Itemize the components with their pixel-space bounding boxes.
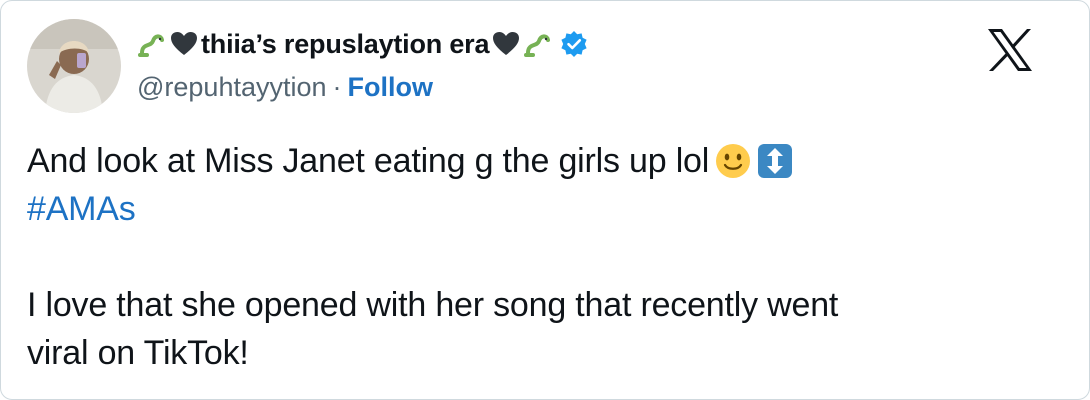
post-card: thiia’s repuslaytion era @repuhtayytion … (0, 0, 1090, 400)
author-handle-row: @repuhtayytion · Follow (137, 69, 589, 105)
hashtag-link[interactable]: #AMAs (27, 185, 136, 233)
author-handle[interactable]: @repuhtayytion (137, 72, 327, 103)
x-logo-icon[interactable] (986, 27, 1034, 73)
snake-icon (523, 29, 553, 59)
snake-icon (137, 29, 167, 59)
author-name-row[interactable]: thiia’s repuslaytion era (137, 25, 589, 63)
post-text-line-3: I love that she opened with her song tha… (27, 286, 839, 324)
post-text-line: I love that she opened with her song tha… (27, 281, 1047, 329)
post-text-line: #AMAs (27, 185, 1047, 233)
follow-button[interactable]: Follow (348, 72, 433, 103)
separator-dot: · (332, 71, 342, 102)
black-heart-icon (169, 29, 199, 59)
slightly-smiling-face-icon (715, 143, 751, 179)
post-text-line: viral on TikTok! (27, 329, 1047, 377)
avatar[interactable] (27, 19, 121, 113)
up-down-arrow-icon (757, 143, 793, 179)
post-header: thiia’s repuslaytion era @repuhtayytion … (137, 25, 589, 105)
post-text-line-1: And look at Miss Janet eating g the girl… (27, 142, 710, 180)
post-text-line: And look at Miss Janet eating g the girl… (27, 137, 1047, 185)
black-heart-icon (491, 29, 521, 59)
author-display-name[interactable]: thiia’s repuslaytion era (201, 29, 490, 60)
post-text: And look at Miss Janet eating g the girl… (27, 137, 1047, 377)
post-text-line-4: viral on TikTok! (27, 334, 249, 372)
verified-badge-icon (559, 29, 589, 59)
